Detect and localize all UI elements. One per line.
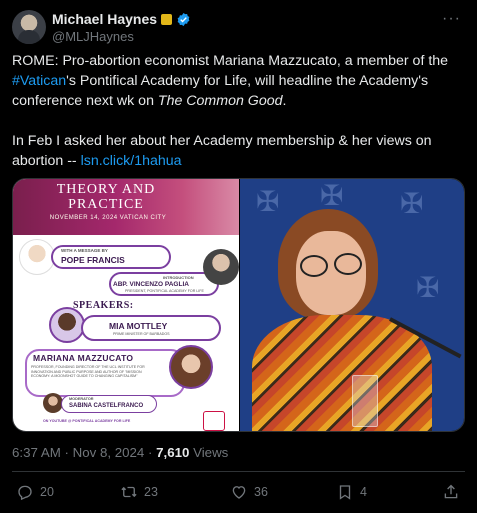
pope-portrait bbox=[19, 239, 55, 275]
like-button[interactable]: 36 bbox=[230, 483, 268, 501]
tweet-paragraph-1: ROME: Pro-abortion economist Mariana Maz… bbox=[12, 51, 462, 111]
speaker-jacket bbox=[252, 315, 432, 431]
avatar[interactable] bbox=[12, 10, 46, 44]
author-name[interactable]: Michael Haynes bbox=[52, 11, 157, 27]
external-link[interactable]: lsn.click/1hahua bbox=[81, 153, 182, 169]
divider bbox=[12, 471, 465, 472]
reply-icon bbox=[18, 485, 32, 501]
glasses-icon bbox=[300, 255, 328, 277]
text-segment: In Feb I asked her about her Academy mem… bbox=[12, 133, 432, 169]
action-bar: 20 23 36 4 bbox=[16, 483, 465, 503]
glasses-icon bbox=[334, 253, 362, 275]
poster-image[interactable]: THEORY AND PRACTICE NOVEMBER 14, 2024 VA… bbox=[13, 179, 239, 431]
vatican-emblem-icon: ✠ bbox=[256, 186, 280, 217]
repost-icon bbox=[121, 486, 137, 498]
italic-title: The Common Good bbox=[157, 93, 283, 109]
hashtag-link[interactable]: #Vatican bbox=[12, 73, 66, 89]
name-row: Michael Haynes bbox=[52, 11, 191, 27]
paglia-portrait bbox=[203, 249, 239, 285]
poster-title-line: THEORY AND bbox=[56, 182, 156, 197]
mazzucato-role: PROFESSOR, FOUNDING DIRECTOR OF THE UCL … bbox=[31, 365, 145, 378]
bookmark-icon bbox=[339, 485, 351, 500]
speakers-heading: SPEAKERS: bbox=[73, 300, 134, 311]
poster-title: THEORY AND PRACTICE bbox=[21, 182, 191, 212]
poster-title-line: PRACTICE bbox=[68, 197, 144, 212]
vatican-emblem-icon: ✠ bbox=[400, 188, 424, 219]
moderator-portrait bbox=[43, 393, 63, 413]
tweet-text: ROME: Pro-abortion economist Mariana Maz… bbox=[12, 51, 462, 191]
mottley-portrait bbox=[49, 307, 85, 343]
author-handle[interactable]: @MLJHaynes bbox=[52, 29, 134, 44]
moderator-label: MODERATOR bbox=[69, 397, 94, 401]
tweet-header: Michael Haynes @MLJHaynes ··· bbox=[12, 8, 465, 48]
like-count: 36 bbox=[254, 485, 268, 499]
repost-button[interactable]: 23 bbox=[120, 483, 158, 501]
poster-date: NOVEMBER 14, 2024 VATICAN CITY bbox=[49, 215, 167, 221]
intro-label: INTRODUCTION bbox=[163, 275, 194, 280]
share-icon bbox=[444, 484, 458, 499]
water-glass bbox=[352, 375, 378, 427]
text-segment: ROME: Pro-abortion economist Mariana Maz… bbox=[12, 53, 449, 69]
moderator-name: SABINA CASTELFRANCO bbox=[69, 403, 144, 409]
tweet-timestamp: 6:37 AM · Nov 8, 2024 · 7,610 Views bbox=[12, 445, 228, 460]
reply-button[interactable]: 20 bbox=[16, 483, 54, 501]
academy-logo-icon bbox=[203, 411, 225, 431]
views-count: 7,610 bbox=[156, 445, 190, 460]
pope-name: POPE FRANCIS bbox=[61, 255, 125, 265]
reply-count: 20 bbox=[40, 485, 54, 499]
mottley-role: PRIME MINISTER OF BARBADOS bbox=[113, 332, 170, 336]
mottley-name: MIA MOTTLEY bbox=[109, 321, 168, 331]
tweet-time[interactable]: 6:37 AM · Nov 8, 2024 · bbox=[12, 445, 156, 460]
bookmark-count: 4 bbox=[360, 485, 367, 499]
poster-footer: ON YOUTUBE @ PONTIFICAL ACADEMY FOR LIFE bbox=[43, 419, 131, 423]
speaker-photo[interactable]: ✠ ✠ ✠ ✠ bbox=[240, 179, 464, 431]
media-grid: THEORY AND PRACTICE NOVEMBER 14, 2024 VA… bbox=[12, 178, 465, 432]
vatican-emblem-icon: ✠ bbox=[416, 272, 440, 303]
paglia-name: ABP. VINCENZO PAGLIA bbox=[113, 281, 189, 288]
mazzucato-portrait bbox=[169, 345, 213, 389]
text-segment: . bbox=[282, 93, 287, 109]
repost-count: 23 bbox=[144, 485, 158, 499]
tweet-paragraph-2: In Feb I asked her about her Academy mem… bbox=[12, 131, 462, 171]
message-label: WITH A MESSAGE BY bbox=[61, 248, 108, 253]
more-options-icon[interactable]: ··· bbox=[442, 10, 461, 28]
vatican-emblem-icon: ✠ bbox=[320, 180, 344, 211]
share-button[interactable] bbox=[442, 483, 460, 501]
paglia-role: PRESIDENT, PONTIFICAL ACADEMY FOR LIFE bbox=[125, 289, 204, 293]
bookmark-button[interactable]: 4 bbox=[336, 483, 367, 501]
views-label: Views bbox=[189, 445, 229, 460]
verified-badge-icon bbox=[177, 12, 190, 26]
heart-icon bbox=[232, 486, 246, 499]
affiliate-badge-icon bbox=[161, 13, 173, 25]
